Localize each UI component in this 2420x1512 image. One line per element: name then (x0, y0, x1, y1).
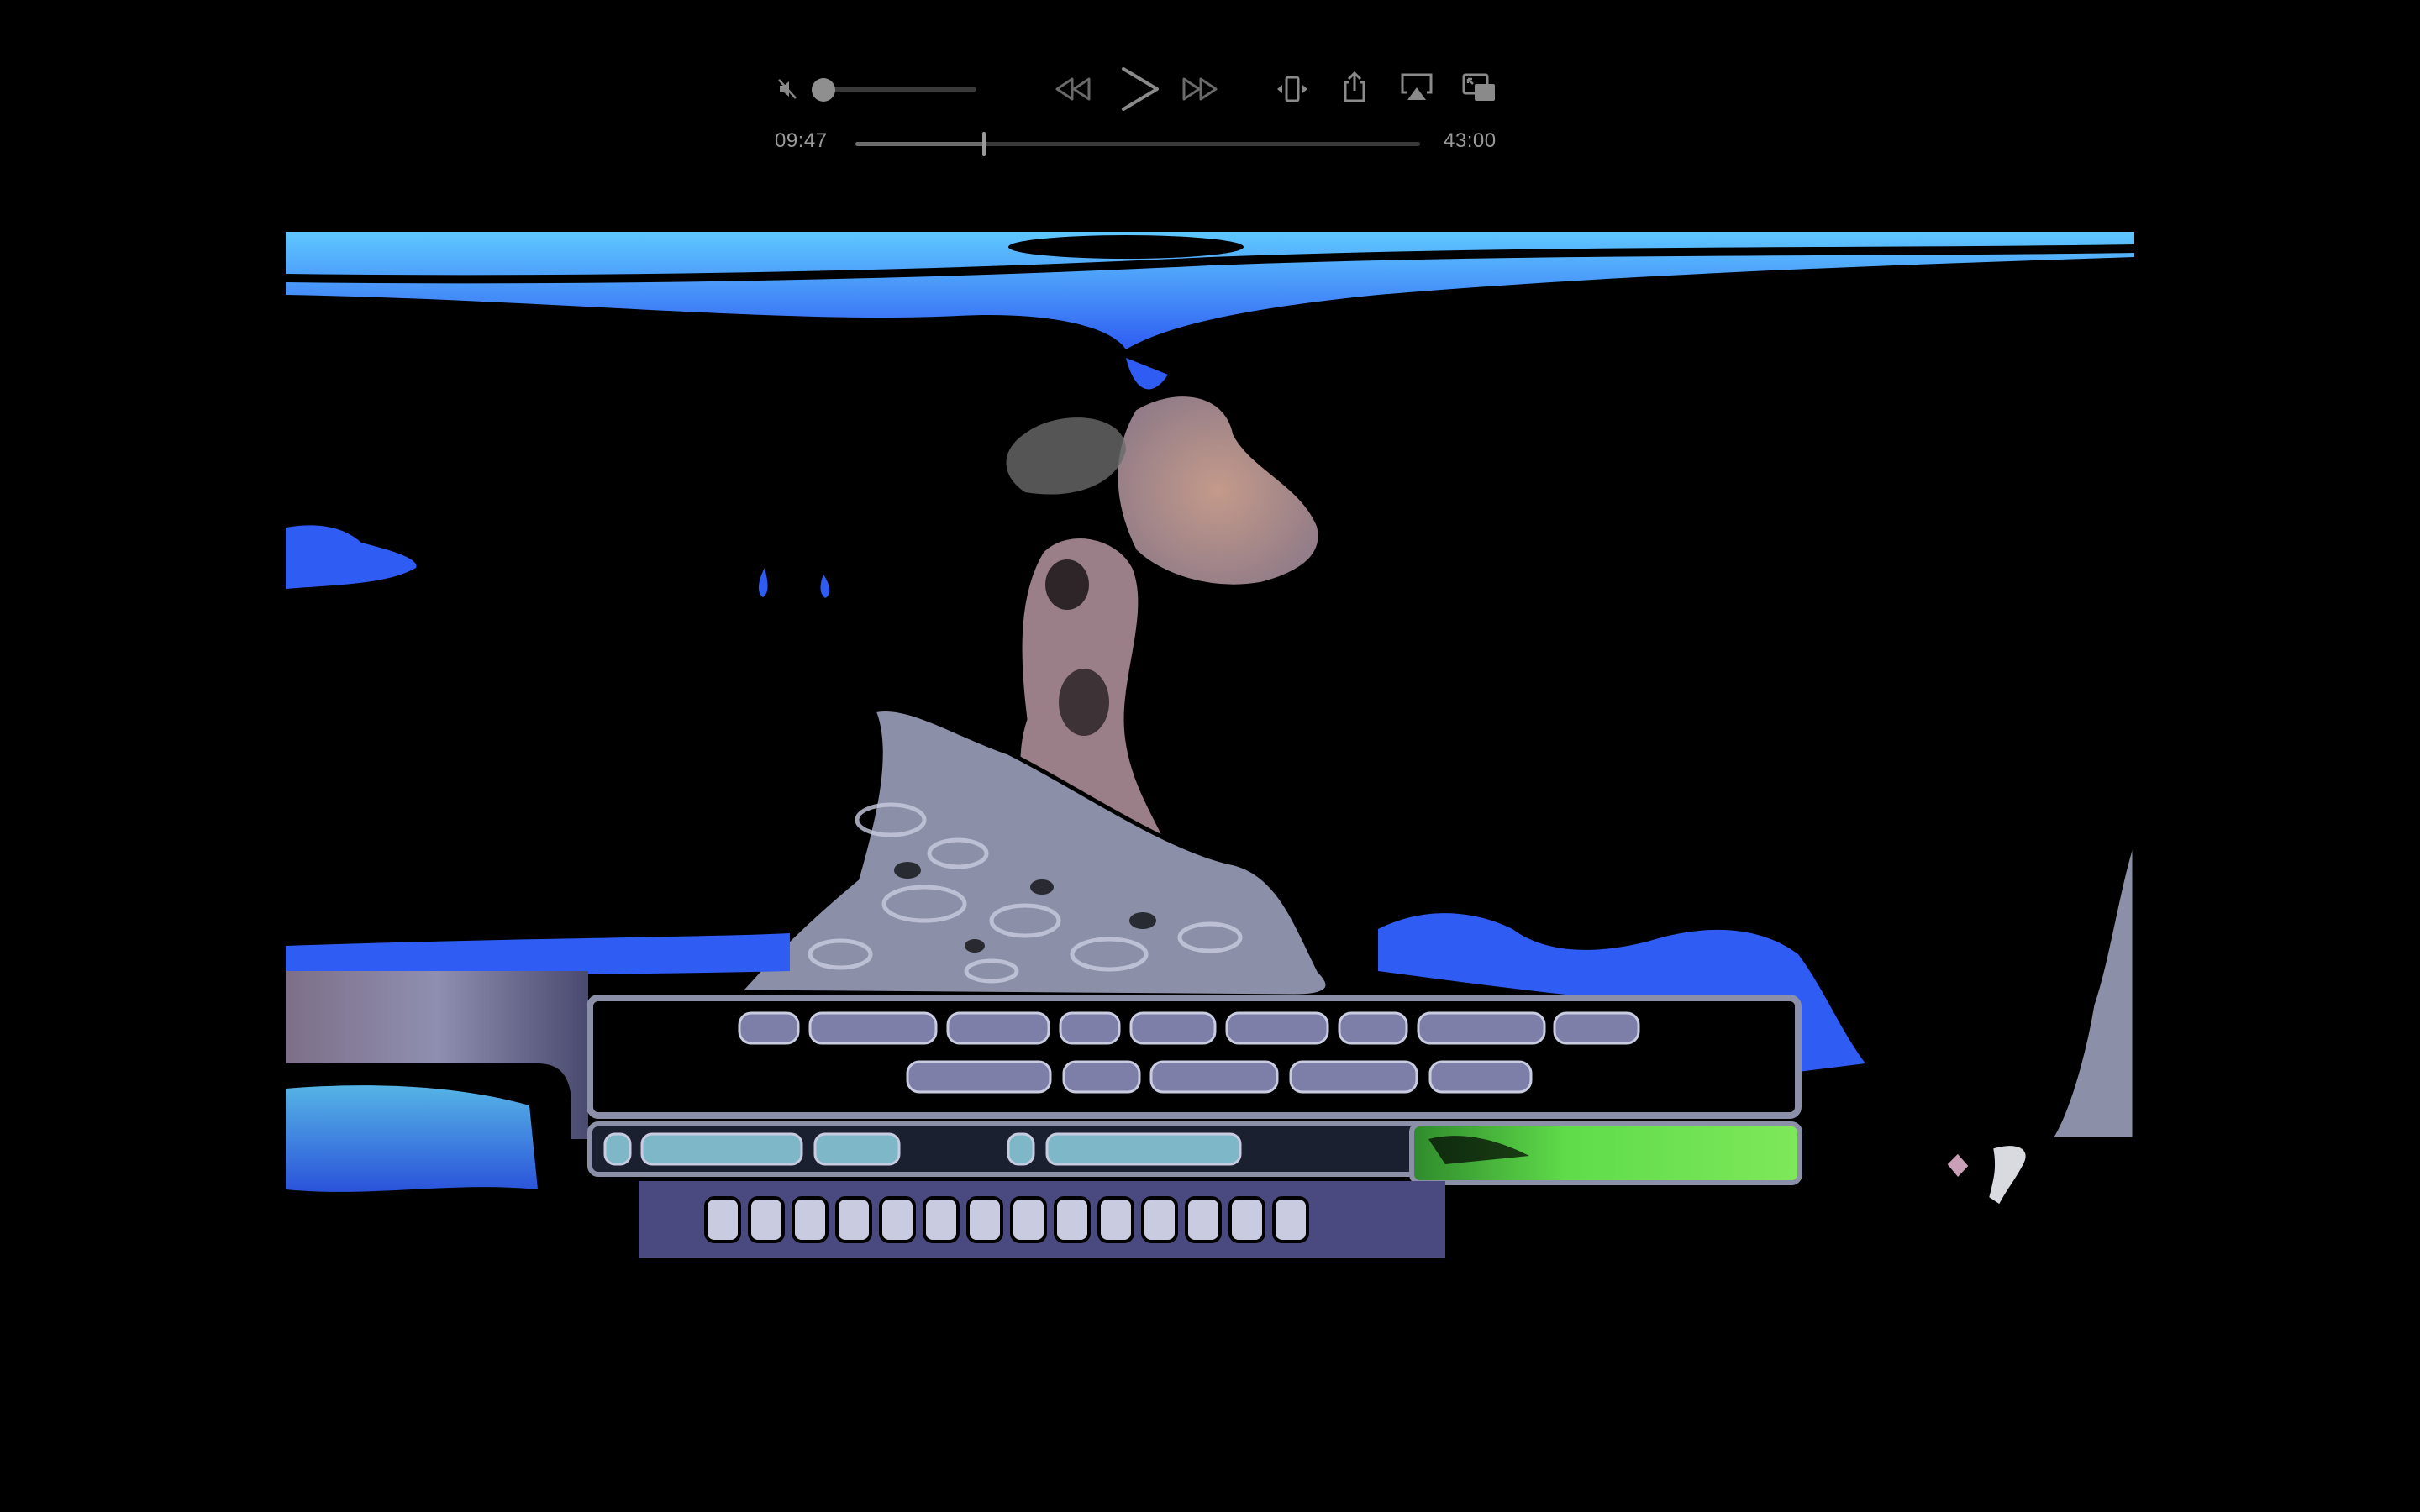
playhead[interactable] (982, 132, 986, 156)
volume-slider[interactable] (812, 78, 976, 102)
video-player-window: 09:47 43:00 (0, 0, 2420, 1512)
player-controls: 09:47 43:00 (756, 59, 1512, 168)
elapsed-time: 09:47 (775, 129, 828, 152)
airplay-icon[interactable] (1398, 71, 1435, 104)
total-time: 43:00 (1444, 129, 1497, 152)
playback-progress-fill (855, 142, 985, 146)
playback-scrubber[interactable] (855, 132, 1420, 156)
fast-forward-icon[interactable] (1179, 72, 1221, 106)
fit-to-window-icon[interactable] (1274, 72, 1311, 106)
rewind-icon[interactable] (1052, 72, 1094, 106)
play-icon[interactable] (1116, 64, 1163, 114)
video-frame[interactable] (286, 232, 2134, 1258)
volume-slider-knob[interactable] (812, 78, 835, 102)
speaker-muted-icon[interactable] (773, 74, 803, 104)
share-icon[interactable] (1338, 69, 1371, 106)
picture-in-picture-icon[interactable] (1460, 71, 1497, 104)
